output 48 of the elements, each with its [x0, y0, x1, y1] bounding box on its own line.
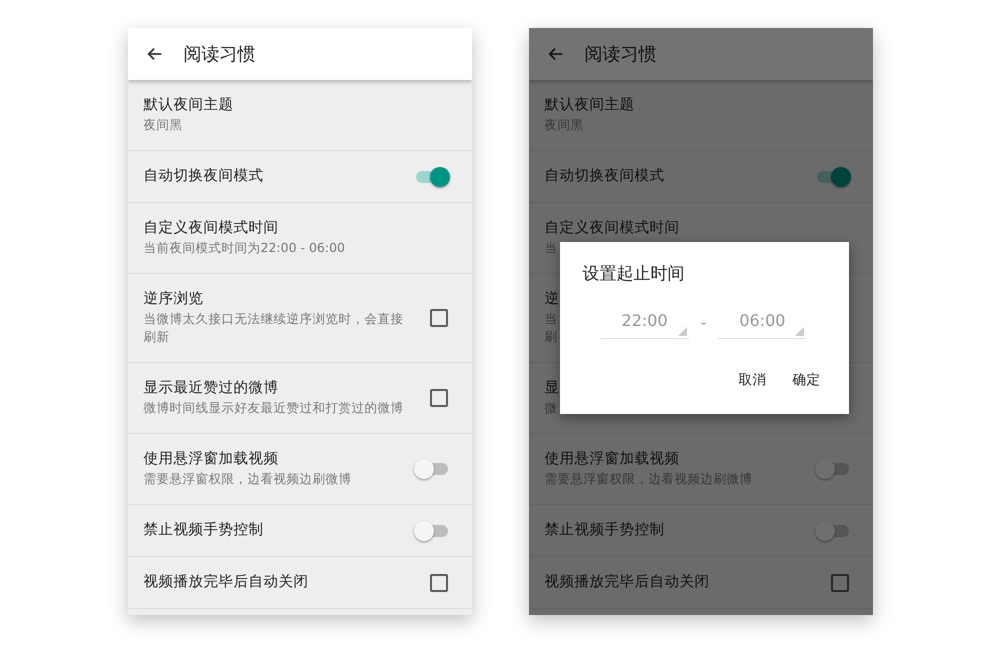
setting-title: 视频播放完毕后自动关闭	[144, 572, 308, 592]
setting-description: 夜间黑	[144, 116, 182, 134]
setting-title: 禁止视频手势控制	[144, 520, 264, 540]
setting-title: 显	[544, 379, 560, 398]
setting-title: 自定义夜间模式时间	[544, 218, 680, 238]
toggle-switch[interactable]	[414, 458, 450, 478]
toggle-switch[interactable]	[414, 520, 450, 540]
setting-description: 当前夜间模式时间为22:00 - 06:00	[144, 239, 346, 257]
checkbox[interactable]	[430, 574, 448, 592]
settings-row[interactable]: 禁止视频手势控制	[128, 505, 472, 557]
setting-description: 当微博太久接口无法继续逆序浏览时，会直接刷新	[144, 310, 404, 346]
dialog-button[interactable]: 取消	[728, 363, 776, 397]
setting-title: 视频播放完毕后自动关闭	[544, 572, 710, 592]
settings-row[interactable]: 自动切换夜间模式	[528, 151, 872, 203]
setting-description: 需要悬浮窗权限，边看视频边刷微博	[144, 470, 352, 488]
settings-row[interactable]: 视频播放完毕后自动关闭	[128, 557, 472, 609]
toggle-switch[interactable]	[814, 520, 850, 540]
setting-title: 自动切换夜间模式	[144, 166, 264, 186]
page-title: 阅读习惯	[184, 43, 256, 66]
setting-title: 显示最近赞过的微博	[144, 379, 278, 398]
settings-row[interactable]: 自定义夜间模式时间 当前夜间模式时间为22:00 - 06:00	[128, 203, 472, 274]
setting-title: 默认夜间主题	[544, 96, 634, 115]
settings-row[interactable]: 自动切换夜间模式	[128, 151, 472, 203]
toggle-switch[interactable]	[414, 166, 450, 186]
setting-title: 禁止视频手势控制	[544, 520, 664, 540]
settings-row[interactable]: 视频播放完毕后自动关闭	[528, 557, 872, 609]
settings-row[interactable]: 默认夜间主题 夜间黑	[128, 80, 472, 151]
back-icon[interactable]	[146, 45, 164, 63]
checkbox[interactable]	[830, 574, 848, 592]
settings-row[interactable]: 显示最近赞过的微博 微博时间线显示好友最近赞过和打赏过的微博	[128, 363, 472, 434]
setting-title: 逆序浏览	[144, 290, 204, 309]
settings-row[interactable]: 禁止视频手势控制	[528, 505, 872, 557]
toggle-switch[interactable]	[814, 166, 850, 186]
setting-description: 微博时间线显示好友最近赞过和打赏过的微博	[144, 399, 404, 417]
page-title: 阅读习惯	[584, 43, 656, 66]
settings-row[interactable]: 使用悬浮窗加载视频 需要悬浮窗权限，边看视频边刷微博	[128, 434, 472, 505]
setting-title: 自动切换夜间模式	[544, 166, 664, 186]
dialog-button[interactable]: 确定	[782, 363, 830, 397]
setting-title: 逆	[544, 290, 560, 309]
checkbox[interactable]	[430, 308, 448, 326]
settings-row[interactable]: 逆序浏览 当微博太久接口无法继续逆序浏览时，会直接刷新	[128, 274, 472, 363]
setting-title: 自定义夜间模式时间	[144, 218, 278, 238]
time-separator: -	[700, 312, 706, 332]
setting-title: 默认夜间主题	[144, 96, 234, 115]
toggle-switch[interactable]	[814, 458, 850, 478]
setting-title: 使用悬浮窗加载视频	[544, 450, 680, 469]
checkbox[interactable]	[430, 388, 448, 406]
setting-title: 使用悬浮窗加载视频	[144, 450, 278, 469]
